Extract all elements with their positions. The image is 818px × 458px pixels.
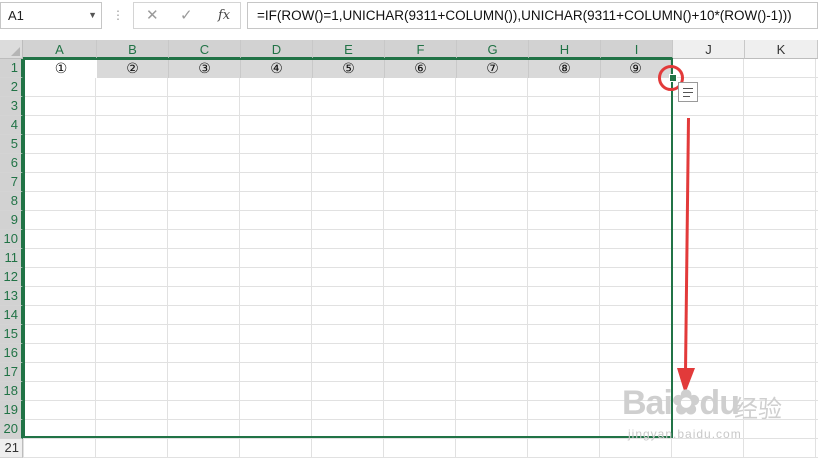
row-header-8[interactable]: 8 — [0, 192, 23, 211]
select-all-triangle-icon — [11, 47, 20, 56]
baidu-jingyan-watermark: Bai✿du 经验 jingyan.baidu.com — [622, 383, 812, 447]
row-header-16[interactable]: 16 — [0, 344, 23, 363]
watermark-url: jingyan.baidu.com — [628, 427, 742, 441]
cell-g1[interactable]: ⑦ — [457, 59, 529, 78]
row-header-7[interactable]: 7 — [0, 173, 23, 192]
cell-f1[interactable]: ⑥ — [385, 59, 457, 78]
column-header-d[interactable]: D — [241, 40, 313, 59]
row-header-10[interactable]: 10 — [0, 230, 23, 249]
column-header-f[interactable]: F — [385, 40, 457, 59]
row-header-21[interactable]: 21 — [0, 439, 23, 458]
row-header-5[interactable]: 5 — [0, 135, 23, 154]
name-box-value: A1 — [8, 8, 24, 23]
formula-bar-grip-icon: ⋮ — [112, 8, 124, 22]
row-header-12[interactable]: 12 — [0, 268, 23, 287]
column-header-c[interactable]: C — [169, 40, 241, 59]
row-header-18[interactable]: 18 — [0, 382, 23, 401]
annotation-arrow-shaft — [684, 118, 690, 372]
chevron-down-icon[interactable]: ▼ — [88, 3, 97, 28]
row-header-1[interactable]: 1 — [0, 59, 23, 78]
column-header-g[interactable]: G — [457, 40, 529, 59]
name-box[interactable]: A1 ▼ — [0, 2, 102, 29]
column-header-k[interactable]: K — [745, 40, 818, 59]
cell-h1[interactable]: ⑧ — [529, 59, 601, 78]
column-header-a[interactable]: A — [23, 40, 97, 59]
row-header-3[interactable]: 3 — [0, 97, 23, 116]
column-header-i[interactable]: I — [601, 40, 673, 59]
quick-analysis-line — [683, 92, 693, 93]
row-header-13[interactable]: 13 — [0, 287, 23, 306]
row-header-4[interactable]: 4 — [0, 116, 23, 135]
annotation-arrow-icon — [677, 118, 695, 394]
column-header-j[interactable]: J — [673, 40, 745, 59]
row-header-6[interactable]: 6 — [0, 154, 23, 173]
column-header-b[interactable]: B — [97, 40, 169, 59]
quick-analysis-line — [683, 96, 690, 97]
row-header-11[interactable]: 11 — [0, 249, 23, 268]
cell-c1[interactable]: ③ — [169, 59, 241, 78]
cell-a1[interactable]: ① — [25, 59, 97, 78]
column-header-h[interactable]: H — [529, 40, 601, 59]
quick-analysis-line — [683, 88, 693, 89]
insert-function-button[interactable]: fx — [218, 8, 230, 23]
watermark-brand-part1: Bai — [622, 384, 673, 422]
select-all-corner[interactable] — [0, 40, 23, 59]
row-header-14[interactable]: 14 — [0, 306, 23, 325]
column-header-e[interactable]: E — [313, 40, 385, 59]
quick-analysis-icon[interactable] — [678, 82, 698, 102]
cell-e1[interactable]: ⑤ — [313, 59, 385, 78]
confirm-icon[interactable]: ✓ — [180, 6, 193, 24]
row-header-2[interactable]: 2 — [0, 78, 23, 97]
row-header-17[interactable]: 17 — [0, 363, 23, 382]
row-header-9[interactable]: 9 — [0, 211, 23, 230]
row-header-20[interactable]: 20 — [0, 420, 23, 439]
formula-bar: A1 ▼ ⋮ ✕ ✓ fx =IF(ROW()=1,UNICHAR(9311+C… — [0, 0, 818, 34]
cell-d1[interactable]: ④ — [241, 59, 313, 78]
formula-input[interactable]: =IF(ROW()=1,UNICHAR(9311+COLUMN()),UNICH… — [247, 2, 818, 29]
row-header-19[interactable]: 19 — [0, 401, 23, 420]
formula-bar-buttons: ✕ ✓ fx — [133, 2, 241, 29]
watermark-cn: 经验 — [734, 396, 782, 423]
cell-b1[interactable]: ② — [97, 59, 169, 78]
cancel-icon[interactable]: ✕ — [146, 6, 159, 24]
row-header-15[interactable]: 15 — [0, 325, 23, 344]
watermark-brand: Bai✿du — [622, 383, 740, 423]
paw-icon: ✿ — [671, 384, 700, 422]
